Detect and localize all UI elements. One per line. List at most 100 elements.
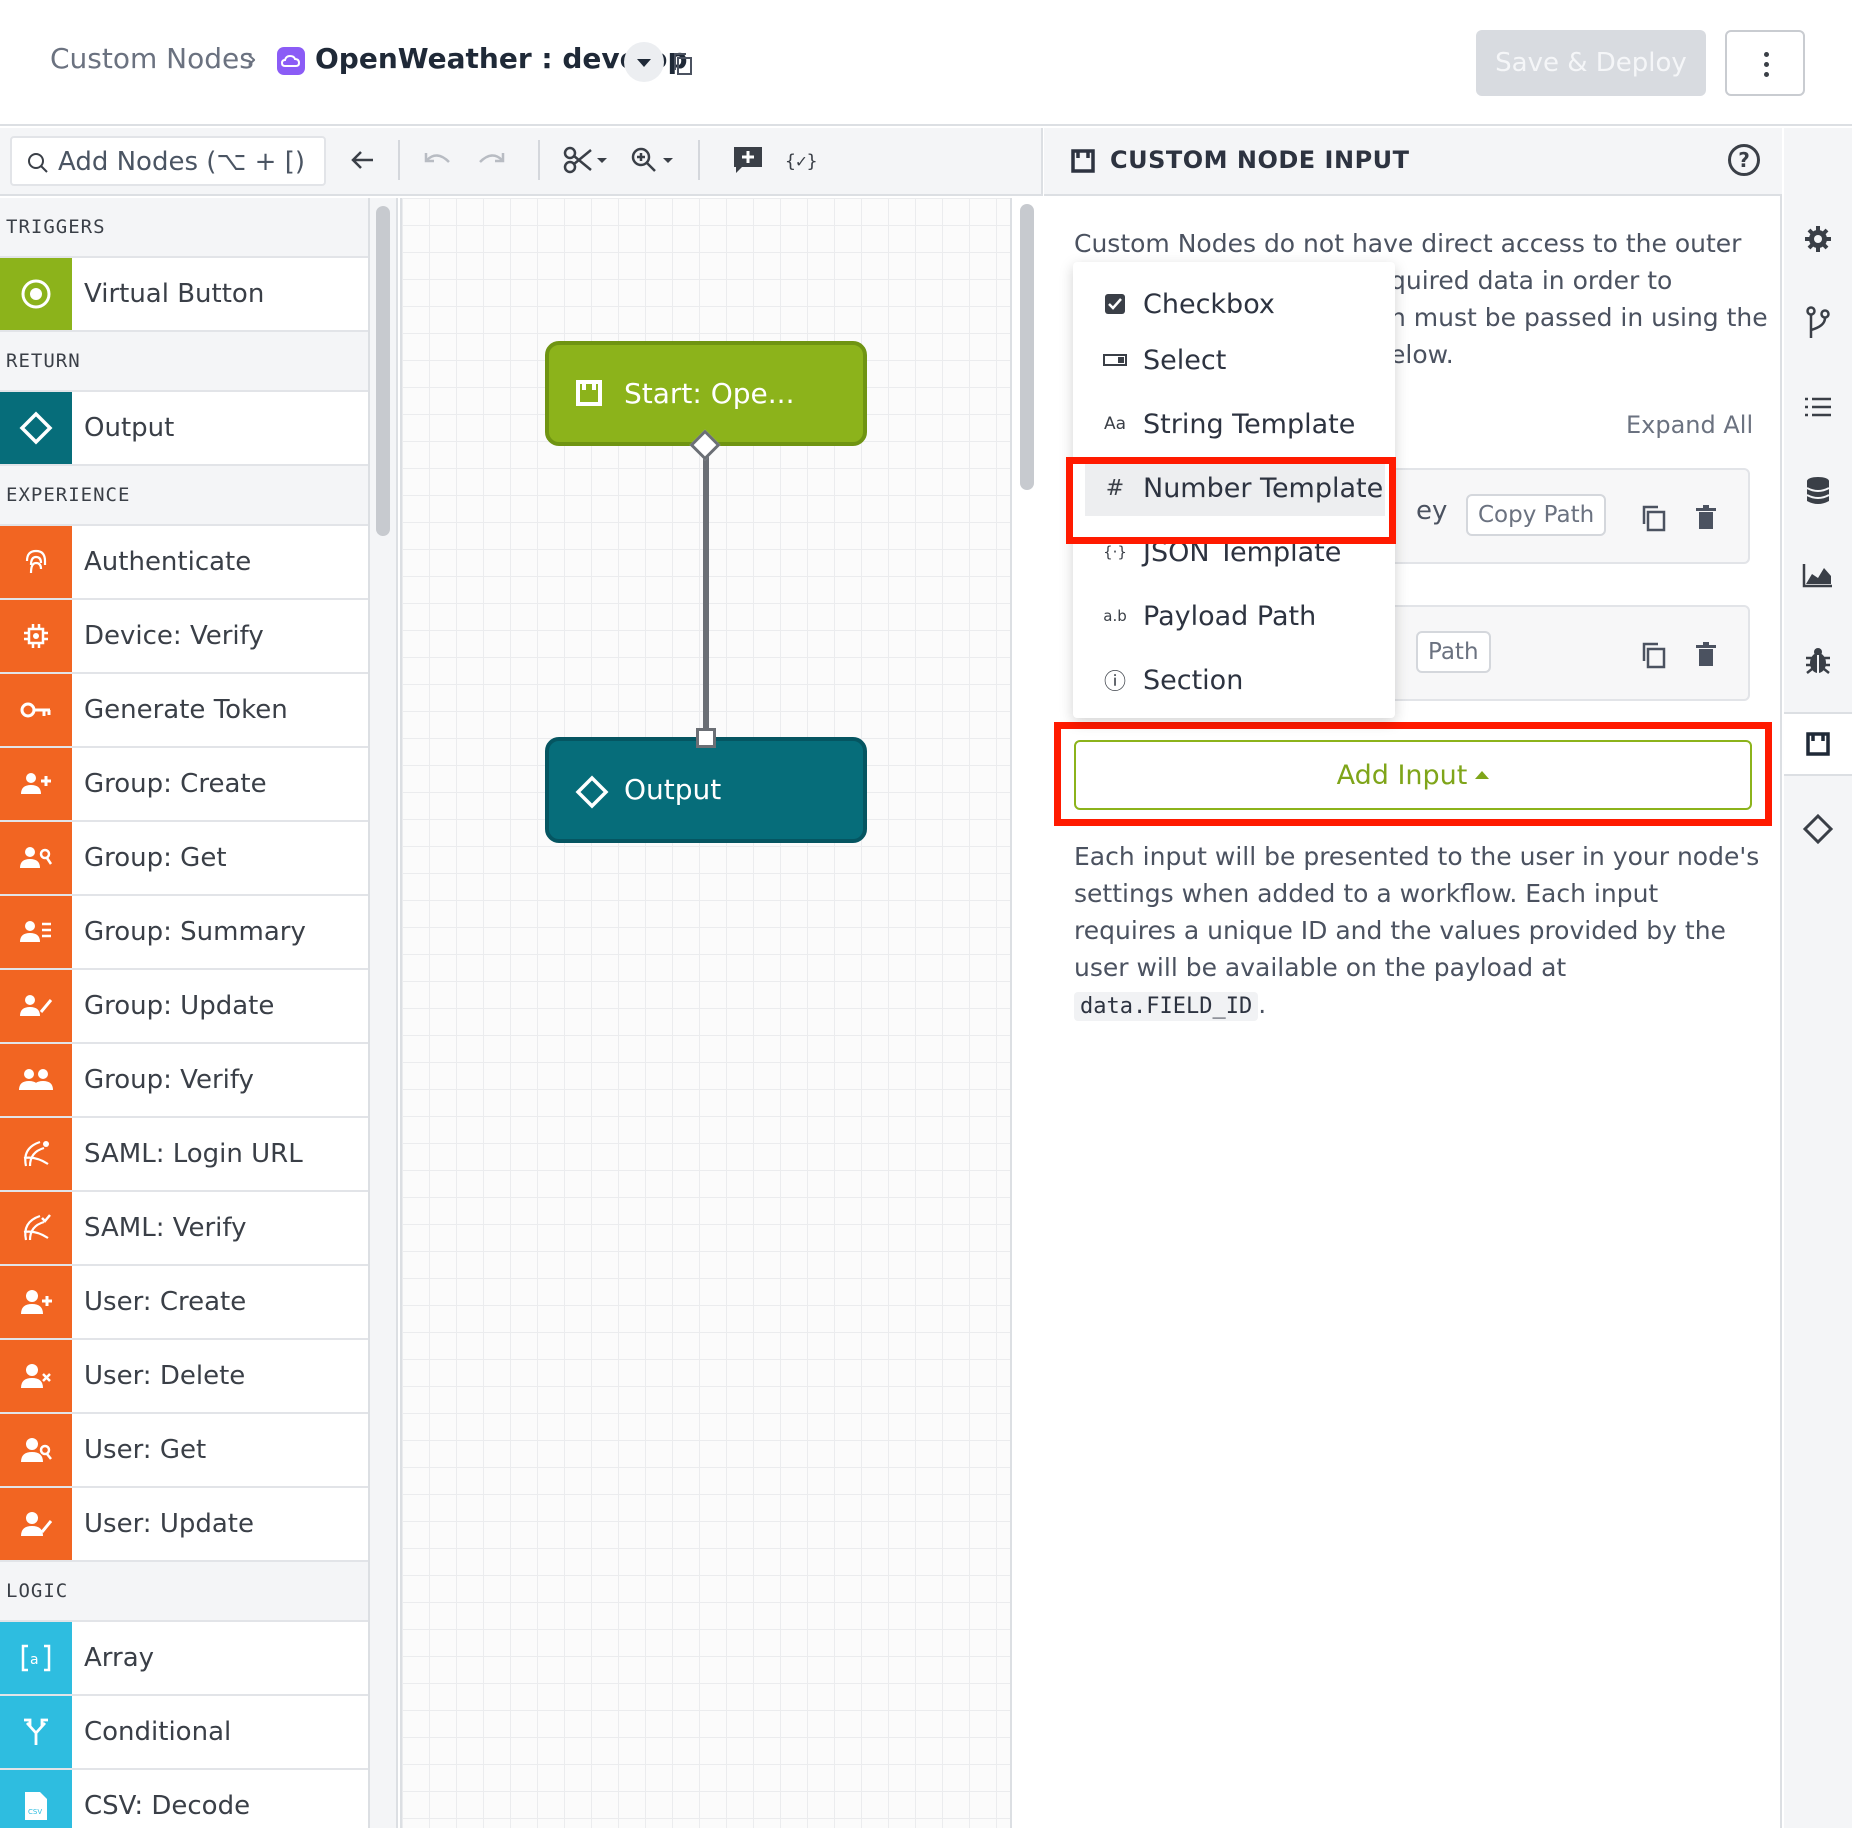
palette-item-label: CSV: Decode [84, 1791, 251, 1821]
menu-item-checkbox[interactable]: Checkbox [1073, 276, 1395, 332]
palette-item-label: Authenticate [84, 547, 252, 577]
menu-item-label: Select [1143, 344, 1227, 376]
chart-area-icon[interactable] [1784, 548, 1852, 602]
list-icon[interactable] [1784, 380, 1852, 434]
palette-item-conditional[interactable]: Conditional [0, 1696, 368, 1770]
duplicate-icon[interactable] [1640, 504, 1668, 532]
svg-text:CSV: CSV [28, 1808, 42, 1816]
palette-item-user-create[interactable]: User: Create [0, 1266, 368, 1340]
input-help-body: Each input will be presented to the user… [1074, 842, 1760, 982]
menu-item-select[interactable]: Select [1073, 332, 1395, 388]
path-icon: a.b [1103, 607, 1127, 625]
palette-item-label: Array [84, 1643, 155, 1673]
group-edit-icon [0, 970, 72, 1042]
toolbar-divider [538, 140, 540, 180]
copy-path-button[interactable]: Copy Path [1466, 494, 1607, 536]
scissors-icon[interactable] [562, 142, 612, 178]
variables-icon[interactable]: {✓} [783, 142, 819, 178]
svg-text:{✓}: {✓} [785, 151, 818, 172]
section-triggers: TRIGGERS [0, 198, 368, 258]
palette-item-output[interactable]: Output [0, 392, 368, 466]
add-nodes-search[interactable] [10, 136, 326, 186]
branch-icon[interactable] [1784, 296, 1852, 350]
input-port[interactable] [696, 728, 716, 748]
group-icon [0, 1044, 72, 1116]
bug-icon[interactable] [1784, 634, 1852, 688]
node-palette: TRIGGERS Virtual Button RETURN Output EX… [0, 198, 370, 1828]
diamond-icon [575, 775, 609, 809]
canvas-scrollbar[interactable] [1020, 204, 1034, 490]
palette-item-authenticate[interactable]: Authenticate [0, 526, 368, 600]
field-id-code: data.FIELD_ID [1074, 992, 1259, 1021]
field-key-text: ey [1416, 496, 1448, 526]
palette-item-group-update[interactable]: Group: Update [0, 970, 368, 1044]
add-nodes-input[interactable] [58, 142, 318, 182]
palette-item-generate-token[interactable]: Generate Token [0, 674, 368, 748]
palette-item-saml-login-url[interactable]: SAML: Login URL [0, 1118, 368, 1192]
zoom-icon[interactable] [628, 142, 678, 178]
add-comment-icon[interactable] [730, 142, 766, 178]
side-rail [1784, 128, 1852, 1828]
palette-item-group-create[interactable]: Group: Create [0, 748, 368, 822]
help-icon[interactable]: ? [1728, 144, 1760, 176]
expand-all-link[interactable]: Expand All [1626, 411, 1753, 439]
database-icon[interactable] [1784, 464, 1852, 518]
palette-item-user-update[interactable]: User: Update [0, 1488, 368, 1562]
palette-item-label: Output [84, 413, 175, 443]
csv-file-icon: CSV [0, 1770, 72, 1828]
palette-item-group-get[interactable]: Group: Get [0, 822, 368, 896]
palette-item-virtual-button[interactable]: Virtual Button [0, 258, 368, 332]
version-dropdown-button[interactable] [624, 42, 664, 82]
duplicate-icon[interactable] [1640, 641, 1668, 669]
json-icon: {·} [1103, 543, 1127, 561]
palette-item-label: Generate Token [84, 695, 288, 725]
palette-item-user-get[interactable]: User: Get [0, 1414, 368, 1488]
palette-item-label: Group: Create [84, 769, 267, 799]
breadcrumb-custom-nodes[interactable]: Custom Nodes [50, 42, 254, 75]
palette-scrollbar[interactable] [376, 206, 390, 536]
palette-item-csv-decode[interactable]: CSV CSV: Decode [0, 1770, 368, 1828]
undo-icon[interactable] [420, 142, 456, 178]
output-node[interactable]: Output [545, 737, 867, 843]
diamond-icon[interactable] [1784, 802, 1852, 856]
palette-item-group-summary[interactable]: Group: Summary [0, 896, 368, 970]
palette-item-group-verify[interactable]: Group: Verify [0, 1044, 368, 1118]
palette-item-array[interactable]: a Array [0, 1622, 368, 1696]
arrow-left-icon[interactable] [345, 142, 381, 178]
menu-item-string-template[interactable]: Aa String Template [1073, 396, 1395, 452]
editor-toolbar: {✓} [0, 128, 1043, 196]
custom-node-icon [1071, 149, 1095, 173]
save-deploy-button[interactable]: Save & Deploy [1476, 30, 1706, 96]
menu-item-label: Section [1143, 664, 1244, 696]
target-icon [0, 258, 72, 330]
more-options-button[interactable] [1725, 30, 1805, 96]
connection-wire [703, 446, 709, 738]
cloud-icon [277, 47, 305, 75]
menu-item-section[interactable]: ⓘ Section [1073, 652, 1395, 708]
trash-icon[interactable] [1692, 504, 1720, 532]
palette-item-user-delete[interactable]: User: Delete [0, 1340, 368, 1414]
palette-item-label: Group: Summary [84, 917, 306, 947]
text-icon: Aa [1103, 414, 1127, 434]
custom-node-icon[interactable] [1784, 712, 1852, 776]
toolbar-divider [398, 140, 400, 180]
redo-icon[interactable] [473, 142, 509, 178]
menu-item-payload-path[interactable]: a.b Payload Path [1073, 588, 1395, 644]
select-icon [1101, 353, 1129, 367]
fingerprint-icon [0, 526, 72, 598]
palette-item-label: Virtual Button [84, 279, 265, 309]
palette-item-label: User: Create [84, 1287, 247, 1317]
palette-item-device-verify[interactable]: Device: Verify [0, 600, 368, 674]
palette-item-label: Group: Update [84, 991, 275, 1021]
trash-icon[interactable] [1692, 641, 1720, 669]
copy-path-button[interactable]: Path [1416, 631, 1491, 673]
palette-item-saml-verify[interactable]: SAML: Verify [0, 1192, 368, 1266]
group-list-icon [0, 896, 72, 968]
intro-line: n must be passed in using the [1390, 303, 1768, 332]
group-add-icon [0, 748, 72, 820]
copy-icon[interactable] [673, 52, 693, 76]
group-search-icon [0, 822, 72, 894]
checkbox-icon [1101, 293, 1129, 315]
start-node-label: Start: Ope... [624, 377, 795, 410]
gear-icon[interactable] [1784, 212, 1852, 266]
